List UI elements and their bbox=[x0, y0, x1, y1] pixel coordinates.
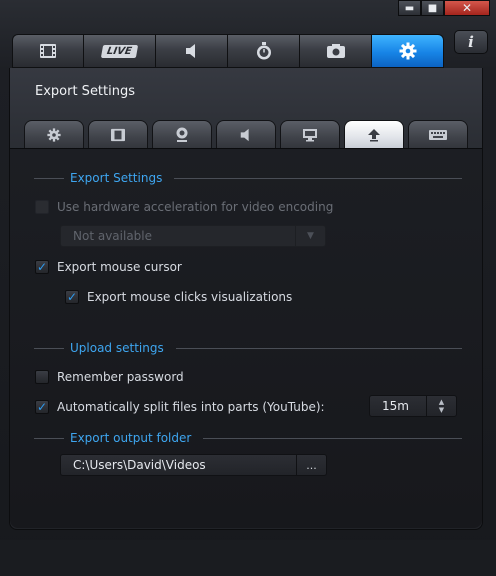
section-divider bbox=[175, 347, 462, 349]
panel-title: Export Settings bbox=[35, 84, 136, 99]
browse-button[interactable]: ... bbox=[296, 455, 326, 475]
split-duration-spinner[interactable]: 15m ▲ ▼ bbox=[369, 395, 457, 417]
output-folder-path: C:\Users\David\Videos bbox=[73, 458, 206, 472]
remember-password-row: Remember password bbox=[35, 370, 184, 384]
section-output-folder: Export output folder bbox=[34, 431, 462, 445]
subtab-hotkeys[interactable] bbox=[408, 120, 468, 148]
film-icon bbox=[40, 44, 56, 58]
output-folder-field[interactable]: C:\Users\David\Videos ... bbox=[60, 454, 327, 476]
remember-password-checkbox[interactable] bbox=[35, 370, 49, 384]
mouse-clicks-label: Export mouse clicks visualizations bbox=[87, 290, 293, 304]
export-settings-window: ▬ ■ ✕ i LIVE Export Settings Export Sett… bbox=[0, 0, 496, 576]
speaker-icon bbox=[240, 128, 249, 141]
mouse-clicks-checkbox[interactable]: ✓ bbox=[65, 290, 79, 304]
section-divider bbox=[203, 437, 462, 439]
tab-live[interactable]: LIVE bbox=[84, 34, 156, 68]
info-button[interactable]: i bbox=[454, 30, 488, 54]
split-files-checkbox[interactable]: ✓ bbox=[35, 400, 49, 414]
camera-icon bbox=[326, 44, 345, 58]
spinner-arrows-icon[interactable]: ▲ ▼ bbox=[426, 396, 456, 416]
section-divider bbox=[34, 438, 64, 439]
live-label: LIVE bbox=[101, 44, 138, 58]
hw-accel-checkbox[interactable] bbox=[35, 200, 49, 214]
subtab-webcam[interactable] bbox=[152, 120, 212, 148]
split-files-label: Automatically split files into parts (Yo… bbox=[57, 400, 325, 414]
section-export-settings: Export Settings bbox=[34, 171, 462, 185]
bottom-area bbox=[0, 540, 496, 576]
mouse-clicks-row: ✓ Export mouse clicks visualizations bbox=[65, 290, 292, 304]
close-button[interactable]: ✕ bbox=[444, 0, 490, 16]
minimize-button[interactable]: ▬ bbox=[398, 0, 421, 16]
split-duration-value: 15m bbox=[382, 399, 409, 413]
mouse-cursor-checkbox[interactable]: ✓ bbox=[35, 260, 49, 274]
chevron-down-icon[interactable]: ▼ bbox=[295, 226, 325, 246]
section-divider bbox=[34, 178, 64, 179]
info-icon: i bbox=[468, 33, 474, 51]
section-divider bbox=[174, 177, 462, 179]
subtab-general[interactable] bbox=[24, 120, 84, 148]
sub-tab-bar bbox=[24, 120, 469, 148]
tab-video[interactable] bbox=[12, 34, 84, 68]
monitor-icon bbox=[303, 128, 317, 141]
section-divider bbox=[34, 348, 64, 349]
tab-settings[interactable] bbox=[372, 34, 444, 68]
tab-audio[interactable] bbox=[156, 34, 228, 68]
subtab-display[interactable] bbox=[280, 120, 340, 148]
remember-password-label: Remember password bbox=[57, 370, 184, 384]
gear-icon bbox=[47, 127, 61, 142]
keyboard-icon bbox=[429, 129, 447, 140]
subtab-export[interactable] bbox=[344, 120, 404, 148]
encoder-select-value: Not available bbox=[73, 229, 153, 243]
mouse-cursor-label: Export mouse cursor bbox=[57, 260, 182, 274]
split-files-row: ✓ Automatically split files into parts (… bbox=[35, 400, 325, 414]
mouse-cursor-row: ✓ Export mouse cursor bbox=[35, 260, 182, 274]
upload-icon bbox=[368, 128, 380, 141]
hw-accel-row: Use hardware acceleration for video enco… bbox=[35, 200, 333, 214]
encoder-select[interactable]: Not available ▼ bbox=[60, 225, 326, 247]
window-controls: ▬ ■ ✕ bbox=[398, 0, 490, 16]
tab-screenshot[interactable] bbox=[300, 34, 372, 68]
stopwatch-icon bbox=[256, 42, 271, 60]
webcam-icon bbox=[176, 127, 188, 142]
hw-accel-label: Use hardware acceleration for video enco… bbox=[57, 200, 334, 214]
main-tab-bar: LIVE bbox=[12, 34, 444, 68]
gear-icon bbox=[399, 42, 416, 60]
subtab-video[interactable] bbox=[88, 120, 148, 148]
maximize-button[interactable]: ■ bbox=[421, 0, 444, 16]
section-upload-settings: Upload settings bbox=[34, 341, 462, 355]
tab-timer[interactable] bbox=[228, 34, 300, 68]
subtab-audio[interactable] bbox=[216, 120, 276, 148]
film-icon bbox=[111, 128, 125, 141]
settings-panel: Export Settings Export Settings Use hard… bbox=[9, 68, 483, 530]
settings-content: Export Settings Use hardware acceleratio… bbox=[10, 148, 482, 528]
speaker-icon bbox=[185, 44, 195, 58]
